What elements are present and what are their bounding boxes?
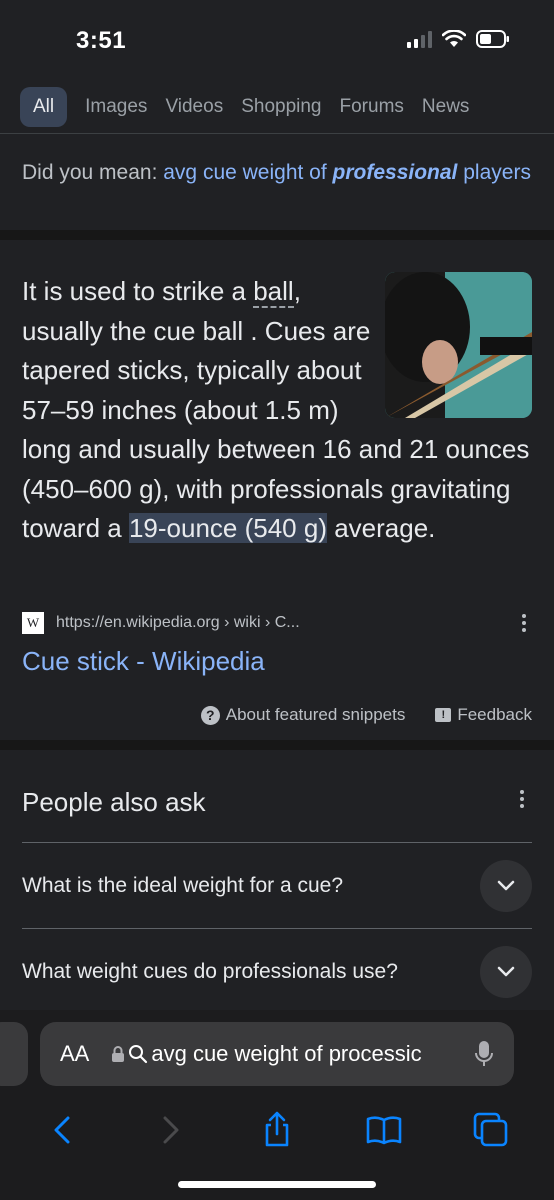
- ball-link[interactable]: ball: [253, 276, 294, 308]
- status-time: 3:51: [76, 27, 127, 54]
- snippet-text: It is used to strike a ball, usually the…: [22, 272, 532, 549]
- did-you-mean-prefix: Did you mean:: [22, 161, 158, 184]
- status-bar: 3:51: [0, 0, 554, 80]
- paa-question[interactable]: What is the ideal weight for a cue?: [22, 842, 532, 928]
- feedback-button[interactable]: ! Feedback: [435, 705, 532, 725]
- url-field[interactable]: avg cue weight of processic: [111, 1041, 474, 1067]
- url-text: avg cue weight of processic: [151, 1041, 422, 1066]
- feedback-icon: !: [435, 708, 452, 722]
- browser-bottom-bar: AA avg cue weight of processic: [0, 1010, 554, 1200]
- tab-videos[interactable]: Videos: [165, 87, 223, 127]
- result-title-link[interactable]: Cue stick - Wikipedia: [22, 646, 265, 677]
- paa-question[interactable]: What weight cues do professionals use?: [22, 928, 532, 1014]
- bookmarks-icon[interactable]: [364, 1110, 404, 1150]
- source-url: https://en.wikipedia.org › wiki › C...: [56, 614, 300, 631]
- home-indicator: [178, 1181, 376, 1188]
- did-you-mean-link[interactable]: avg cue weight of professional players: [163, 161, 531, 184]
- snippet-footer: ? About featured snippets ! Feedback: [200, 705, 532, 725]
- tab-news[interactable]: News: [422, 87, 470, 127]
- snippet-highlight: 19-ounce (540 g): [128, 513, 327, 543]
- battery-icon: [476, 30, 509, 48]
- tab-images[interactable]: Images: [85, 87, 147, 127]
- share-icon[interactable]: [257, 1110, 297, 1150]
- signal-icon: [407, 30, 432, 48]
- back-icon[interactable]: [43, 1110, 83, 1150]
- source-row[interactable]: W https://en.wikipedia.org › wiki › C...: [22, 612, 532, 634]
- tab-forums[interactable]: Forums: [340, 87, 404, 127]
- lock-icon: [112, 1046, 125, 1062]
- featured-snippet: It is used to strike a ball, usually the…: [0, 250, 554, 750]
- address-bar[interactable]: AA avg cue weight of processic: [40, 1022, 514, 1086]
- chevron-down-icon[interactable]: [480, 859, 532, 912]
- browser-toolbar: [0, 1100, 554, 1160]
- status-icons: [407, 30, 510, 48]
- tab-all[interactable]: All: [20, 86, 68, 127]
- tab-shopping[interactable]: Shopping: [241, 87, 321, 127]
- search-tabs: All Images Videos Shopping Forums News: [0, 80, 554, 134]
- tabs-icon[interactable]: [471, 1110, 511, 1150]
- people-also-ask: People also ask What is the ideal weight…: [0, 760, 554, 1020]
- about-snippets-button[interactable]: ? About featured snippets: [200, 705, 405, 725]
- wikipedia-logo-icon: W: [22, 612, 44, 634]
- did-you-mean: Did you mean: avg cue weight of professi…: [0, 134, 554, 240]
- wifi-icon: [442, 30, 466, 47]
- more-options-icon[interactable]: [516, 614, 532, 632]
- microphone-icon[interactable]: [474, 1040, 494, 1068]
- forward-icon[interactable]: [150, 1110, 190, 1150]
- previous-tab-preview[interactable]: [0, 1022, 28, 1086]
- snippet-image[interactable]: [385, 272, 532, 418]
- paa-more-icon[interactable]: [514, 790, 530, 808]
- search-icon: [129, 1045, 148, 1064]
- paa-title: People also ask: [22, 787, 206, 817]
- chevron-down-icon[interactable]: [480, 945, 532, 998]
- help-icon: ?: [200, 705, 220, 725]
- reader-settings-button[interactable]: AA: [60, 1041, 89, 1067]
